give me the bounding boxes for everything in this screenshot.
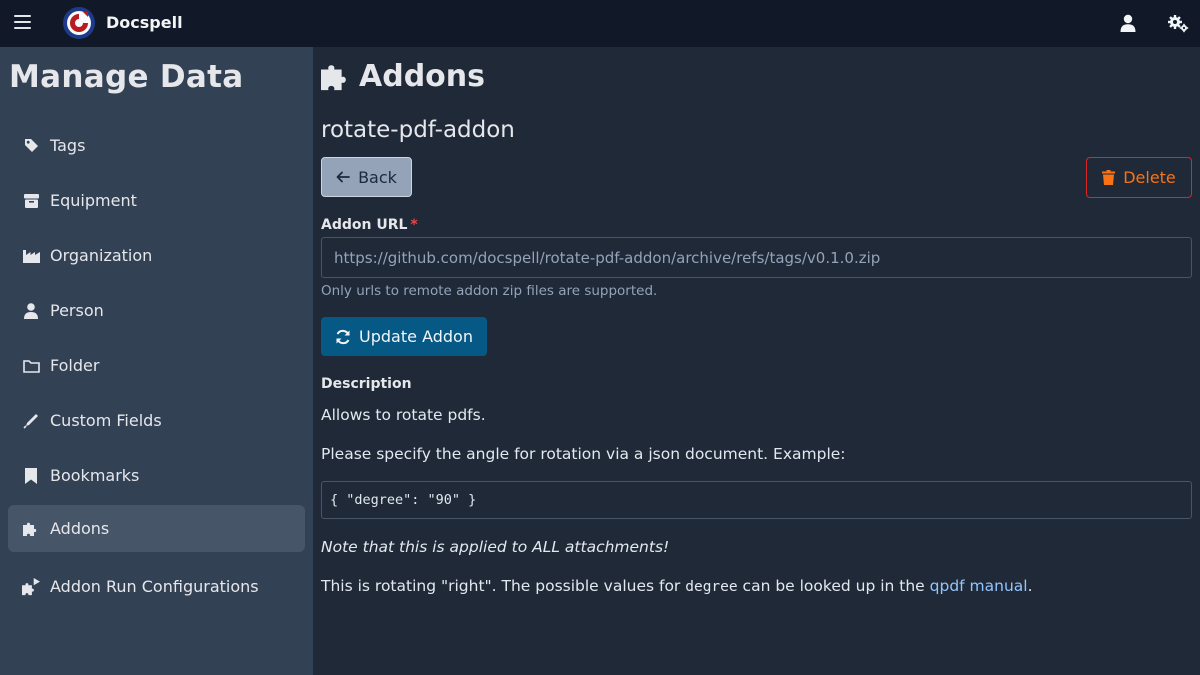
description-text: This is rotating "right". The possible v… <box>321 577 686 595</box>
sidebar-item-person[interactable]: Person <box>8 287 305 334</box>
sidebar-item-addon-run-configurations[interactable]: Addon Run Configurations <box>8 563 305 610</box>
sidebar-item-label: Custom Fields <box>50 411 162 430</box>
puzzle-icon <box>22 520 40 538</box>
description-code-block: { "degree": "90" } <box>321 481 1192 519</box>
sidebar-item-label: Folder <box>50 356 100 375</box>
main-content: Addons rotate-pdf-addon Back Delete Addo… <box>313 47 1200 675</box>
addon-url-label: Addon URL * <box>321 217 418 233</box>
qpdf-manual-link[interactable]: qpdf manual <box>930 577 1028 595</box>
folder-icon <box>22 357 40 375</box>
sidebar-item-organization[interactable]: Organization <box>8 232 305 279</box>
addon-url-label-text: Addon URL <box>321 217 408 233</box>
top-bar: Docspell <box>0 0 1200 47</box>
update-addon-label: Update Addon <box>359 327 473 346</box>
required-mark: * <box>410 217 418 233</box>
cogs-icon[interactable] <box>1167 13 1189 33</box>
sidebar-item-tags[interactable]: Tags <box>8 122 305 169</box>
sidebar-title: Manage Data <box>9 59 244 95</box>
user-icon <box>22 302 40 320</box>
sidebar-item-label: Bookmarks <box>50 466 140 485</box>
addon-url-input[interactable] <box>321 237 1192 278</box>
bookmark-icon <box>22 467 40 485</box>
back-button[interactable]: Back <box>321 157 412 197</box>
sidebar-item-bookmarks[interactable]: Bookmarks <box>8 452 305 499</box>
sidebar-item-label: Addons <box>50 519 110 538</box>
sidebar-item-addons[interactable]: Addons <box>8 505 305 552</box>
update-addon-button[interactable]: Update Addon <box>321 317 487 356</box>
addon-name: rotate-pdf-addon <box>321 117 515 143</box>
page-title-text: Addons <box>359 59 485 94</box>
user-icon[interactable] <box>1119 14 1137 32</box>
sidebar-item-folder[interactable]: Folder <box>8 342 305 389</box>
inline-code: degree <box>685 579 738 595</box>
sidebar-item-equipment[interactable]: Equipment <box>8 177 305 224</box>
puzzle-icon <box>321 64 346 90</box>
trash-icon <box>1102 170 1116 185</box>
sidebar-item-custom-fields[interactable]: Custom Fields <box>8 397 305 444</box>
hamburger-icon[interactable] <box>14 15 31 31</box>
description-label: Description <box>321 376 412 392</box>
docspell-logo[interactable] <box>62 6 96 40</box>
industry-icon <box>22 247 40 265</box>
pen-icon <box>22 412 40 430</box>
puzzle-play-icon <box>22 577 40 596</box>
sidebar: Manage Data Tags Equipment Organization … <box>0 47 313 675</box>
app-name[interactable]: Docspell <box>106 13 183 32</box>
sidebar-item-label: Addon Run Configurations <box>50 577 259 596</box>
tag-icon <box>22 137 40 155</box>
sidebar-item-label: Person <box>50 301 104 320</box>
sync-icon <box>336 329 350 344</box>
delete-button[interactable]: Delete <box>1086 157 1192 198</box>
back-button-label: Back <box>358 167 397 187</box>
sidebar-item-label: Organization <box>50 246 153 265</box>
description-paragraph: Allows to rotate pdfs. <box>321 406 486 424</box>
box-icon <box>22 192 40 210</box>
addon-url-hint: Only urls to remote addon zip files are … <box>321 283 658 299</box>
delete-button-label: Delete <box>1123 168 1176 187</box>
description-note: Note that this is applied to ALL attachm… <box>321 538 670 556</box>
page-title: Addons <box>321 59 485 94</box>
sidebar-item-label: Equipment <box>50 191 137 210</box>
description-text: can be looked up in the <box>737 577 930 595</box>
description-paragraph: This is rotating "right". The possible v… <box>321 577 1033 595</box>
sidebar-item-label: Tags <box>50 136 86 155</box>
description-paragraph: Please specify the angle for rotation vi… <box>321 445 846 463</box>
description-text: . <box>1027 577 1033 595</box>
arrow-left-icon <box>336 171 350 183</box>
